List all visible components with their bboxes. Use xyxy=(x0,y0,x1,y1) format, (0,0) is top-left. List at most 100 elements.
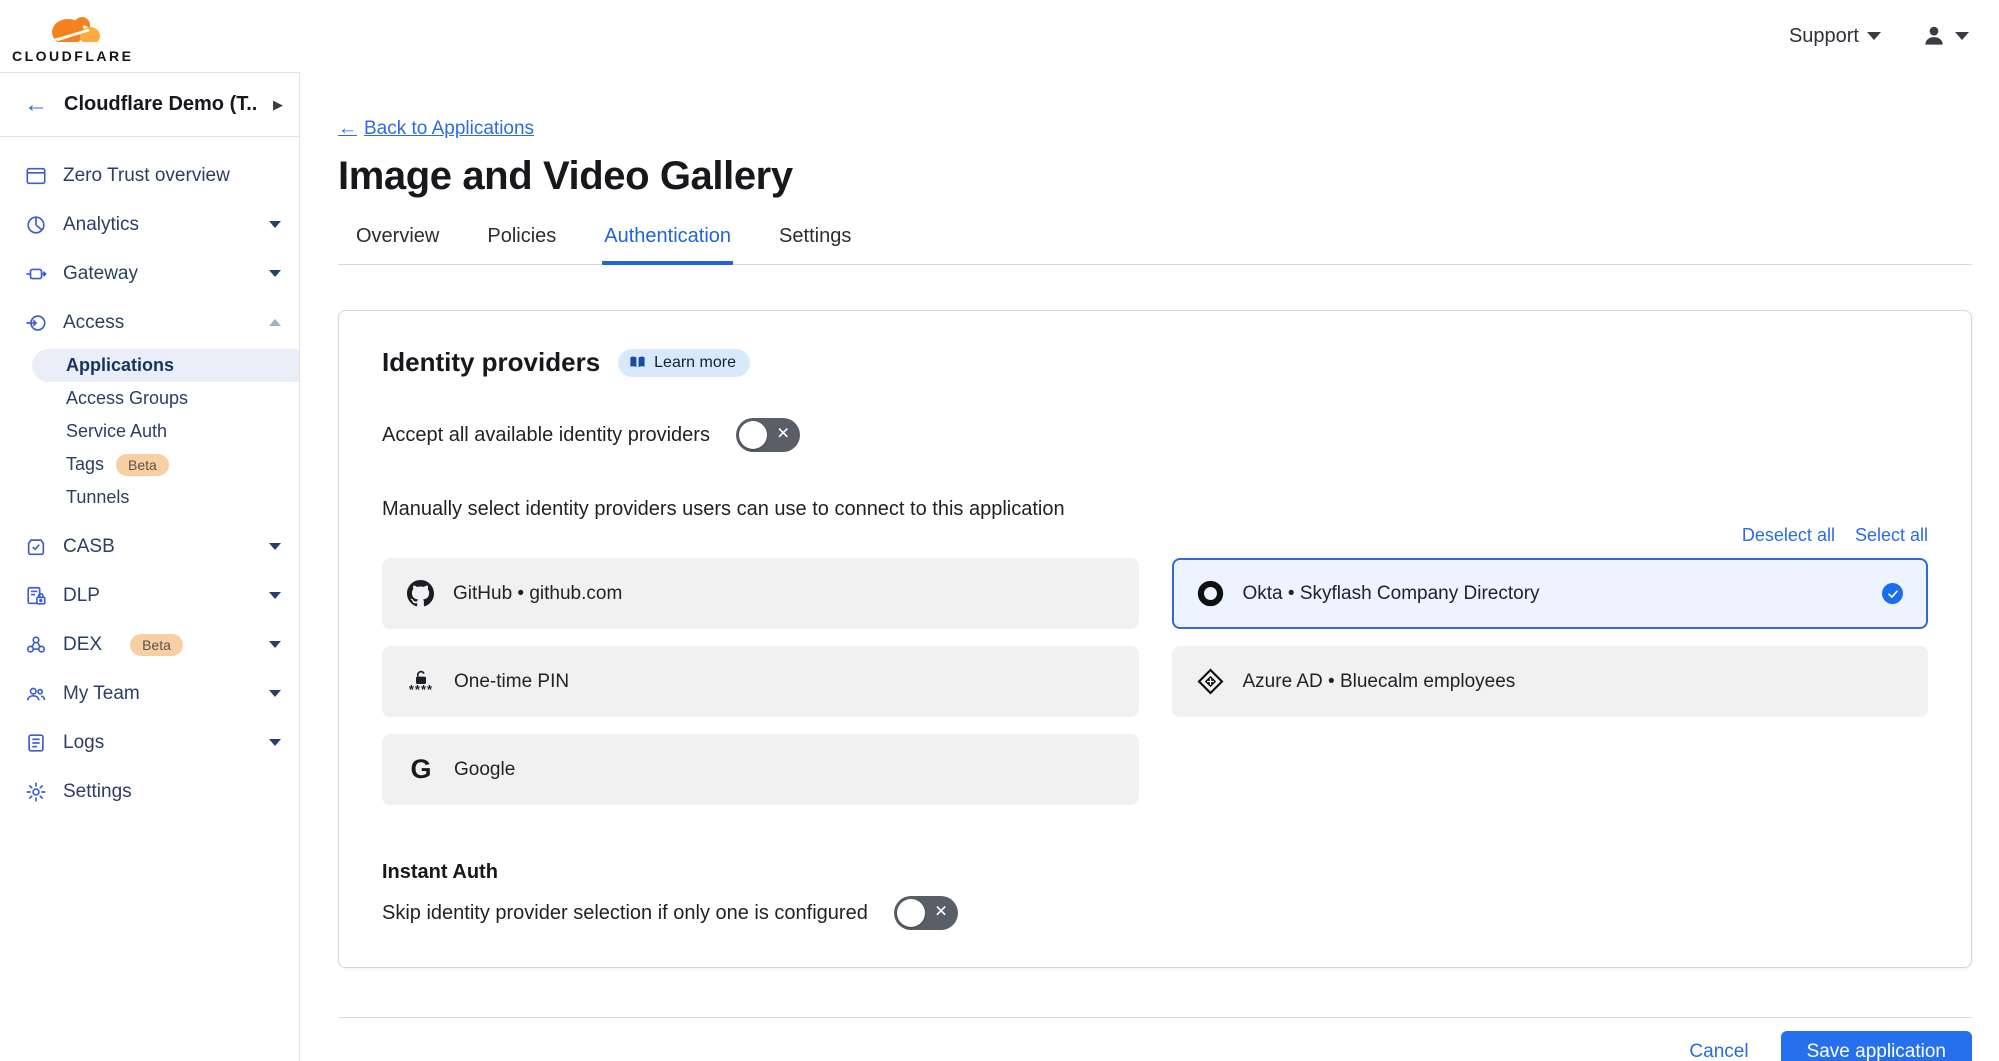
gateway-icon xyxy=(25,263,47,285)
account-name: Cloudflare Demo (T... xyxy=(64,93,257,116)
sidebar-account-header: ← Cloudflare Demo (T... ▶ xyxy=(0,73,299,137)
idp-card-github[interactable]: GitHub • github.com xyxy=(382,558,1139,629)
idp-card-azure-ad[interactable]: Azure AD • Bluecalm employees xyxy=(1172,646,1929,717)
support-menu[interactable]: Support xyxy=(1789,25,1881,48)
sidebar-nav: Zero Trust overview Analytics Gateway xyxy=(0,137,299,816)
tab-overview[interactable]: Overview xyxy=(354,225,441,265)
manual-select-text: Manually select identity providers users… xyxy=(382,498,1928,521)
idp-card-google[interactable]: G Google xyxy=(382,734,1139,805)
chevron-down-icon xyxy=(1955,32,1969,40)
chevron-up-icon xyxy=(269,319,281,326)
beta-badge: Beta xyxy=(116,454,169,476)
identity-providers-heading: Identity providers xyxy=(382,347,600,378)
identity-provider-grid: GitHub • github.com Okta • Skyflash Comp… xyxy=(382,558,1928,805)
sidebar-item-label: Logs xyxy=(63,732,104,754)
pie-chart-icon xyxy=(25,214,47,236)
sidebar-item-label: Access xyxy=(63,312,124,334)
sidebar-item-label: Access Groups xyxy=(66,388,188,409)
idp-label: One-time PIN xyxy=(454,671,569,693)
selected-check-icon xyxy=(1882,583,1903,604)
sidebar-item-label: Service Auth xyxy=(66,421,167,442)
sidebar-item-label: Analytics xyxy=(63,214,139,236)
idp-label: Azure AD • Bluecalm employees xyxy=(1243,671,1516,693)
chevron-down-icon xyxy=(269,592,281,599)
cloudflare-logo[interactable]: CLOUDFLARE xyxy=(12,8,133,64)
network-cluster-icon xyxy=(25,634,47,656)
idp-label: GitHub • github.com xyxy=(453,583,622,605)
sidebar-item-tunnels[interactable]: Tunnels xyxy=(0,481,299,514)
chevron-down-icon xyxy=(269,641,281,648)
sidebar-item-label: Applications xyxy=(66,355,174,376)
back-to-applications-link[interactable]: ← Back to Applications xyxy=(338,118,534,140)
instant-auth-heading: Instant Auth xyxy=(382,861,1928,884)
sidebar-item-label: DEX xyxy=(63,634,102,656)
tab-settings[interactable]: Settings xyxy=(777,225,853,265)
sidebar-item-label: Tags xyxy=(66,454,104,475)
toggle-off-x-icon: ✕ xyxy=(777,427,790,443)
sidebar-item-label: My Team xyxy=(63,683,140,705)
sidebar-item-casb[interactable]: CASB xyxy=(0,522,299,571)
sidebar-item-dlp[interactable]: DLP xyxy=(0,571,299,620)
deselect-all-link[interactable]: Deselect all xyxy=(1742,525,1835,546)
tab-authentication[interactable]: Authentication xyxy=(602,225,733,265)
window-icon xyxy=(25,165,47,187)
sidebar-item-label: Gateway xyxy=(63,263,138,285)
select-all-link[interactable]: Select all xyxy=(1855,525,1928,546)
topbar: CLOUDFLARE Support xyxy=(0,0,1999,72)
access-login-icon xyxy=(25,312,47,334)
save-application-button[interactable]: Save application xyxy=(1781,1031,1972,1061)
sidebar-item-label: Settings xyxy=(63,781,132,803)
learn-more-label: Learn more xyxy=(654,354,736,372)
beta-badge: Beta xyxy=(130,634,183,656)
cloudflare-cloud-icon xyxy=(44,12,102,46)
instant-auth-toggle[interactable]: ✕ xyxy=(894,896,958,930)
sidebar-item-access[interactable]: Access xyxy=(0,298,299,347)
tab-policies[interactable]: Policies xyxy=(485,225,558,265)
user-icon xyxy=(1921,23,1947,49)
sidebar-item-label: DLP xyxy=(63,585,100,607)
sidebar: ← Cloudflare Demo (T... ▶ Zero Trust ove… xyxy=(0,72,300,1061)
cloudflare-wordmark: CLOUDFLARE xyxy=(12,48,133,64)
accept-all-label: Accept all available identity providers xyxy=(382,424,710,447)
chevron-down-icon xyxy=(269,270,281,277)
sidebar-item-settings[interactable]: Settings xyxy=(0,767,299,816)
main-content: ← Back to Applications Image and Video G… xyxy=(300,72,1999,1061)
learn-more-button[interactable]: Learn more xyxy=(618,349,750,377)
sidebar-item-gateway[interactable]: Gateway xyxy=(0,249,299,298)
chevron-down-icon xyxy=(269,739,281,746)
cancel-button[interactable]: Cancel xyxy=(1689,1041,1748,1061)
chevron-down-icon xyxy=(269,221,281,228)
github-icon xyxy=(407,580,434,607)
casb-box-check-icon xyxy=(25,536,47,558)
team-people-icon xyxy=(25,683,47,705)
sidebar-item-my-team[interactable]: My Team xyxy=(0,669,299,718)
sidebar-item-applications[interactable]: Applications xyxy=(32,349,299,382)
sidebar-item-dex[interactable]: DEX Beta xyxy=(0,620,299,669)
support-label: Support xyxy=(1789,25,1859,48)
arrow-left-icon: ← xyxy=(338,118,357,140)
sidebar-item-logs[interactable]: Logs xyxy=(0,718,299,767)
sidebar-item-analytics[interactable]: Analytics xyxy=(0,200,299,249)
back-link-label: Back to Applications xyxy=(364,118,534,140)
back-arrow-icon[interactable]: ← xyxy=(24,93,48,117)
sidebar-item-zero-trust-overview[interactable]: Zero Trust overview xyxy=(0,151,299,200)
accept-all-toggle[interactable]: ✕ xyxy=(736,418,800,452)
footer-actions: Cancel Save application xyxy=(338,1031,1972,1061)
chevron-down-icon xyxy=(1867,32,1881,40)
idp-card-okta[interactable]: Okta • Skyflash Company Directory xyxy=(1172,558,1929,629)
account-menu[interactable] xyxy=(1921,23,1969,49)
sidebar-item-access-groups[interactable]: Access Groups xyxy=(0,382,299,415)
identity-providers-card: Identity providers Learn more Accept all… xyxy=(338,310,1972,968)
expand-chevron-icon[interactable]: ▶ xyxy=(273,97,283,113)
toggle-knob xyxy=(739,421,767,449)
chevron-down-icon xyxy=(269,690,281,697)
google-icon: G xyxy=(407,756,435,783)
idp-card-one-time-pin[interactable]: **** One-time PIN xyxy=(382,646,1139,717)
sidebar-item-tags[interactable]: Tags Beta xyxy=(0,448,299,481)
logs-document-icon xyxy=(25,732,47,754)
idp-label: Okta • Skyflash Company Directory xyxy=(1243,583,1540,605)
tab-bar: Overview Policies Authentication Setting… xyxy=(338,225,1972,265)
okta-icon xyxy=(1197,580,1224,607)
toggle-knob xyxy=(897,899,925,927)
sidebar-item-service-auth[interactable]: Service Auth xyxy=(0,415,299,448)
